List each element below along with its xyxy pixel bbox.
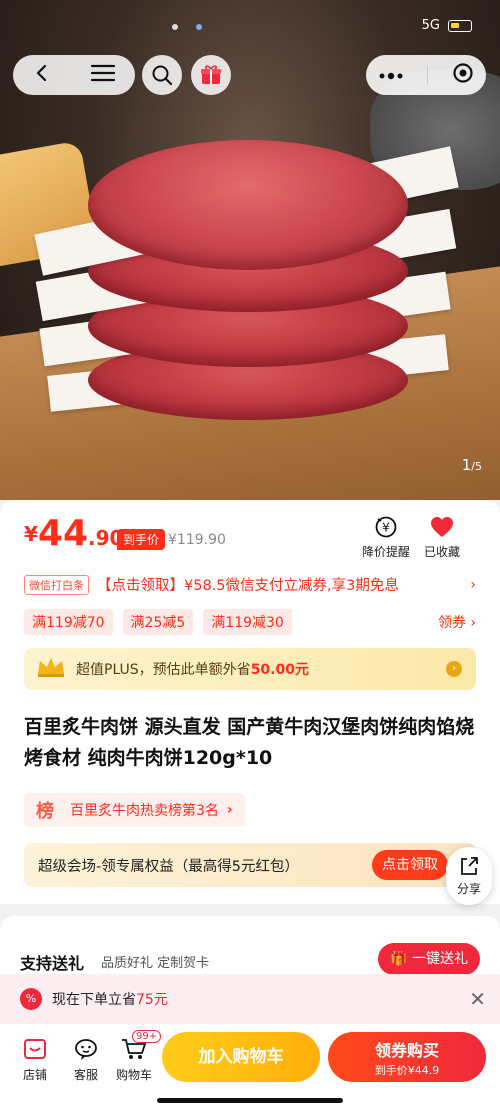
crown-icon (36, 656, 66, 682)
back-icon[interactable] (32, 63, 52, 87)
image-page-indicator: 1/5 (461, 456, 482, 474)
price-alert-button[interactable]: ¥ 降价提醒 (362, 515, 410, 560)
rank-icon: 榜 (36, 801, 54, 822)
buy-now-button[interactable]: 领券购买 到手价¥44.9 (328, 1032, 486, 1082)
save-amount: 75元 (136, 992, 168, 1008)
final-price-tag: 到手价 (117, 529, 166, 550)
status-bar: 5G (422, 18, 472, 33)
coupon-chip[interactable]: 满119减70 (24, 609, 113, 635)
beef-patty-top (88, 140, 408, 270)
price-card: ¥44.90 到手价 ¥119.90 ¥ 降价提醒 已收藏 微信打白条 【点击领… (0, 500, 500, 904)
network-label: 5G (421, 18, 440, 33)
gift-title: 支持送礼 (20, 954, 85, 973)
arrow-right-icon: › (446, 661, 462, 677)
send-gift-button[interactable]: 🎁 一键送礼 (378, 943, 480, 975)
original-price: ¥119.90 (168, 532, 226, 548)
percent-icon: % (20, 988, 42, 1010)
store-icon (22, 1036, 48, 1062)
plus-text: 超值PLUS，预估此单额外省 (76, 662, 251, 678)
bottom-action-bar: 店铺 客服 99+ 购物车 加入购物车 领券购买 到手价¥44.9 (0, 1024, 500, 1111)
heart-icon (430, 515, 454, 539)
rank-text: 百里炙牛肉热卖榜第3名 (70, 803, 219, 819)
customer-service-button[interactable]: 客服 (73, 1036, 99, 1083)
share-button[interactable]: 分享 (446, 847, 492, 905)
gift-icon[interactable] (191, 55, 231, 95)
close-icon[interactable]: ✕ (469, 987, 486, 1011)
coupon-chip[interactable]: 满25减5 (122, 609, 194, 635)
plus-banner[interactable]: 超值PLUS，预估此单额外省 50.00元 › (24, 648, 476, 690)
coupon-row: 满119减70 满25减5 满119减30 领券 › (24, 609, 476, 635)
store-button[interactable]: 店铺 (22, 1036, 48, 1083)
product-title: 百里炙牛肉饼 源头直发 国产黄牛肉汉堡肉饼纯肉馅烧烤食材 纯肉牛肉饼120g*1… (24, 716, 475, 769)
chevron-right-icon: › (470, 576, 476, 593)
cart-badge: 99+ (132, 1030, 162, 1043)
target-icon[interactable] (452, 62, 474, 88)
rank-badge[interactable]: 榜 百里炙牛肉热卖榜第3名 › (24, 793, 245, 827)
nav-pill (13, 55, 135, 95)
claim-venue-button[interactable]: 点击领取 (372, 850, 448, 880)
venue-banner: 超级会场-领专属权益（最高得5元红包） 点击领取 (24, 843, 476, 887)
menu-icon[interactable] (90, 63, 116, 87)
wechat-promo-row[interactable]: 微信打白条 【点击领取】¥58.5微信支付立减券,享3期免息 › (24, 574, 476, 595)
customer-service-icon (73, 1036, 99, 1062)
save-text: 现在下单立省 (52, 992, 136, 1008)
carousel-dots (172, 24, 202, 30)
claim-coupon-link[interactable]: 领券 › (438, 612, 476, 632)
home-indicator (157, 1098, 343, 1103)
add-to-cart-button[interactable]: 加入购物车 (162, 1032, 320, 1082)
plus-amount: 50.00元 (250, 662, 309, 678)
battery-icon (448, 19, 472, 32)
gift-subtitle: 品质好礼 定制贺卡 (101, 956, 210, 971)
save-banner: % 现在下单立省 75元 ✕ (0, 974, 500, 1024)
price-alert-icon: ¥ (374, 515, 398, 539)
final-price: ¥44.90 (24, 513, 124, 554)
product-detail-page: 1/5 5G ¥44.90 到手价 ¥119.90 ¥ 降价提醒 已收藏 微信打… (0, 0, 500, 1111)
wechat-tag: 微信打白条 (24, 574, 89, 595)
more-icon[interactable] (378, 66, 404, 85)
coupon-chip[interactable]: 满119减30 (203, 609, 292, 635)
svg-text:¥: ¥ (382, 521, 390, 535)
share-icon (458, 855, 480, 880)
cart-button[interactable]: 99+ 购物车 (116, 1030, 162, 1083)
search-icon[interactable] (142, 55, 182, 95)
wechat-promo-text: 【点击领取】¥58.5微信支付立减券,享3期免息 (97, 578, 399, 594)
venue-text: 超级会场-领专属权益（最高得5元红包） (38, 858, 299, 875)
chevron-right-icon: › (226, 802, 233, 818)
gift-icon: 🎁 (390, 951, 412, 967)
favorite-button[interactable]: 已收藏 (424, 515, 460, 560)
miniapp-capsule (366, 55, 486, 95)
